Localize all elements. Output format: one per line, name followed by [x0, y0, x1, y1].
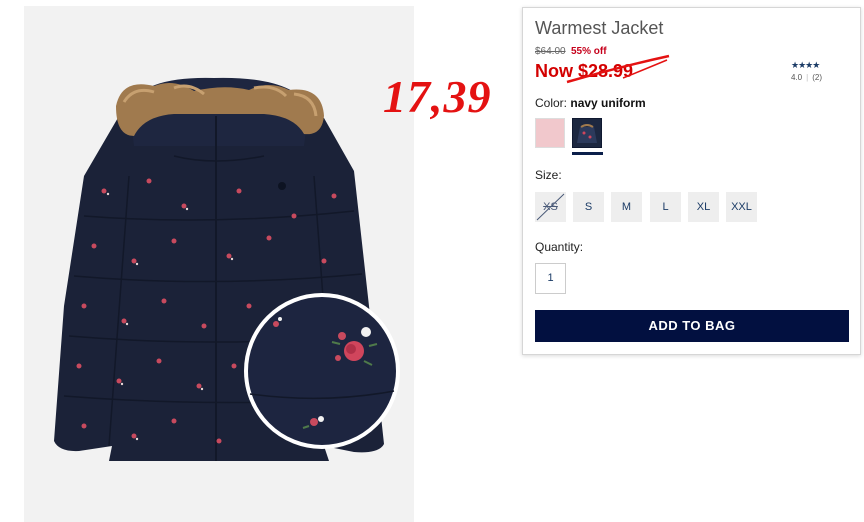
color-label-text: Color: — [535, 96, 568, 110]
color-swatch-navy-uniform[interactable] — [572, 118, 602, 148]
size-l-button[interactable]: L — [650, 192, 681, 222]
color-label: Color: navy uniform — [535, 96, 646, 110]
handwritten-price-annotation: 17,39 — [383, 71, 492, 122]
original-price: $64.00 — [535, 46, 566, 57]
size-xs-button[interactable]: XS — [535, 192, 566, 222]
zoom-magnifier-icon — [244, 293, 400, 449]
quantity-input[interactable]: 1 — [535, 263, 566, 294]
rating-count[interactable]: (2) — [812, 73, 822, 82]
rating-widget[interactable]: ★★★★ 4.0 | (2) — [791, 60, 851, 82]
product-image[interactable] — [24, 6, 414, 522]
discount-label: 55% off — [571, 46, 607, 57]
size-label: Size: — [535, 168, 562, 182]
size-m-button[interactable]: M — [611, 192, 642, 222]
size-xl-button[interactable]: XL — [688, 192, 719, 222]
jacket-illustration — [24, 6, 414, 522]
add-to-bag-button[interactable]: ADD TO BAG — [535, 310, 849, 342]
selected-swatch-indicator — [572, 152, 603, 155]
selected-color-name: navy uniform — [570, 96, 646, 110]
rating-stars-icon: ★★★★ — [791, 60, 820, 70]
color-swatch-pink[interactable] — [535, 118, 565, 148]
product-title: Warmest Jacket — [535, 18, 664, 38]
size-s-button[interactable]: S — [573, 192, 604, 222]
quantity-label: Quantity: — [535, 240, 584, 254]
jacket-thumbnail-icon — [577, 124, 597, 143]
product-panel: Warmest Jacket $64.00 55% off Now $28.99… — [522, 7, 861, 355]
sale-price: Now $28.99 — [535, 61, 634, 81]
rating-value: 4.0 — [791, 73, 803, 82]
size-xxl-button[interactable]: XXL — [726, 192, 757, 222]
